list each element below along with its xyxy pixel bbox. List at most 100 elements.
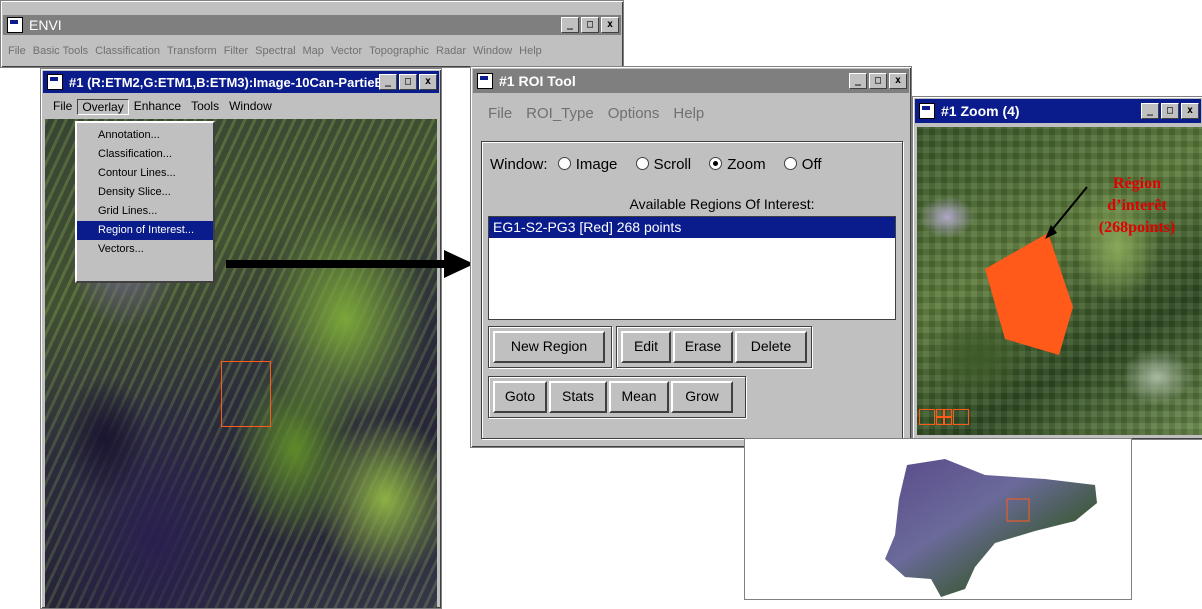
image-menu-tools[interactable]: Tools <box>186 99 224 115</box>
overlay-item-contour-lines[interactable]: Contour Lines... <box>77 164 213 183</box>
minimize-button[interactable]: _ <box>561 17 579 33</box>
analysis-button-group: Goto Stats Mean Grow <box>488 376 746 418</box>
image-window-icon <box>47 74 63 90</box>
maximize-button[interactable]: □ <box>581 17 599 33</box>
envi-titlebar[interactable]: ENVI _ □ x <box>3 15 621 35</box>
envi-title: ENVI <box>29 17 62 33</box>
roi-main-panel: Window: Image Scroll Zoom Off Available … <box>481 141 903 439</box>
maximize-button[interactable]: □ <box>1161 103 1179 119</box>
window-radio-row: Window: Image Scroll Zoom Off <box>490 156 822 173</box>
region-button-group: New Region <box>488 326 612 368</box>
zoom-in-icon[interactable] <box>936 409 952 425</box>
zoom-window-icon <box>919 103 935 119</box>
radio-off[interactable]: Off <box>783 156 822 173</box>
roi-tool-window: #1 ROI Tool _ □ x File ROI_Type Options … <box>470 66 912 448</box>
overlay-item-vectors[interactable]: Vectors... <box>77 240 213 259</box>
roi-menu-options[interactable]: Options <box>608 105 660 122</box>
envi-menu-window[interactable]: Window <box>473 45 512 57</box>
zoom-window: #1 Zoom (4) _ □ x Région d’interêt (268p… <box>912 96 1202 440</box>
regions-label: Available Regions Of Interest: <box>629 196 815 212</box>
new-region-button[interactable]: New Region <box>493 331 605 363</box>
edit-button-group: Edit Erase Delete <box>616 326 812 368</box>
radio-scroll[interactable]: Scroll <box>635 156 692 173</box>
zoom-box-indicator[interactable] <box>221 361 271 427</box>
envi-menu-spectral[interactable]: Spectral <box>255 45 295 57</box>
mean-button[interactable]: Mean <box>609 381 669 413</box>
zoom-image[interactable]: Région d’interêt (268points) <box>917 127 1202 435</box>
envi-menu-radar[interactable]: Radar <box>436 45 466 57</box>
stats-button[interactable]: Stats <box>549 381 607 413</box>
radio-zoom[interactable]: Zoom <box>709 156 766 173</box>
arrow-right-icon <box>226 250 474 278</box>
overlay-item-annotation[interactable]: Annotation... <box>77 126 213 145</box>
close-button[interactable]: x <box>601 17 619 33</box>
roi-titlebar[interactable]: #1 ROI Tool _ □ x <box>473 69 909 93</box>
roi-menu-help[interactable]: Help <box>673 105 704 122</box>
image-title: #1 (R:ETM2,G:ETM1,B:ETM3):Image-10Can-Pa… <box>69 74 379 90</box>
roi-menu-roi-type[interactable]: ROI_Type <box>526 105 594 122</box>
radio-scroll-label: Scroll <box>653 156 692 173</box>
radio-off-label: Off <box>801 156 822 173</box>
roi-title: #1 ROI Tool <box>499 73 576 89</box>
grow-button[interactable]: Grow <box>671 381 733 413</box>
envi-menu-basic-tools[interactable]: Basic Tools <box>33 45 88 57</box>
overlay-item-grid-lines[interactable]: Grid Lines... <box>77 202 213 221</box>
scroll-window <box>744 438 1132 600</box>
roi-menu-file[interactable]: File <box>488 105 512 122</box>
image-menu-enhance[interactable]: Enhance <box>129 99 186 115</box>
close-button[interactable]: x <box>889 73 907 89</box>
maximize-button[interactable]: □ <box>399 74 417 90</box>
minimize-button[interactable]: _ <box>1141 103 1159 119</box>
roi-window-icon <box>477 73 493 89</box>
goto-button[interactable]: Goto <box>493 381 547 413</box>
radio-scroll-button[interactable] <box>635 157 649 170</box>
regions-list[interactable]: EG1-S2-PG3 [Red] 268 points <box>488 216 896 320</box>
annotation-line-1: Région <box>1113 175 1161 192</box>
envi-menu-transform[interactable]: Transform <box>167 45 217 57</box>
annotation-line-3: (268points) <box>1098 219 1176 236</box>
minimize-button[interactable]: _ <box>379 74 397 90</box>
envi-menu-classification[interactable]: Classification <box>95 45 160 57</box>
roi-annotation: Région d’interêt (268points) <box>1067 173 1202 239</box>
delete-button[interactable]: Delete <box>735 331 807 363</box>
region-list-item[interactable]: EG1-S2-PG3 [Red] 268 points <box>489 217 895 238</box>
zoom-titlebar[interactable]: #1 Zoom (4) _ □ x <box>915 99 1201 123</box>
zoom-controls <box>919 409 969 425</box>
close-button[interactable]: x <box>1181 103 1199 119</box>
envi-menu-file[interactable]: File <box>8 45 26 57</box>
envi-app-icon <box>7 17 23 33</box>
zoom-crosshair-icon[interactable] <box>953 409 969 425</box>
image-menu-file[interactable]: File <box>48 99 77 115</box>
envi-menu-vector[interactable]: Vector <box>331 45 362 57</box>
overlay-dropdown-menu: Annotation... Classification... Contour … <box>75 121 215 283</box>
erase-button[interactable]: Erase <box>673 331 733 363</box>
minimize-button[interactable]: _ <box>849 73 867 89</box>
radio-off-button[interactable] <box>783 157 797 170</box>
image-window: #1 (R:ETM2,G:ETM1,B:ETM3):Image-10Can-Pa… <box>40 68 442 609</box>
window-label: Window: <box>490 156 548 173</box>
image-titlebar[interactable]: #1 (R:ETM2,G:ETM1,B:ETM3):Image-10Can-Pa… <box>43 71 439 93</box>
envi-menubar: File Basic Tools Classification Transfor… <box>4 45 620 57</box>
overlay-item-classification[interactable]: Classification... <box>77 145 213 164</box>
envi-main-window: ENVI _ □ x File Basic Tools Classificati… <box>0 0 624 68</box>
envi-menu-map[interactable]: Map <box>303 45 324 57</box>
envi-menu-help[interactable]: Help <box>519 45 542 57</box>
radio-zoom-button[interactable] <box>709 157 723 170</box>
radio-image-button[interactable] <box>557 157 571 170</box>
overlay-item-density-slice[interactable]: Density Slice... <box>77 183 213 202</box>
image-menu-window[interactable]: Window <box>224 99 277 115</box>
maximize-button[interactable]: □ <box>869 73 887 89</box>
close-button[interactable]: x <box>419 74 437 90</box>
edit-button[interactable]: Edit <box>621 331 671 363</box>
envi-menu-topographic[interactable]: Topographic <box>369 45 429 57</box>
scroll-overview-image[interactable] <box>745 439 1131 599</box>
radio-image-label: Image <box>575 156 618 173</box>
envi-menu-filter[interactable]: Filter <box>224 45 248 57</box>
radio-image[interactable]: Image <box>557 156 618 173</box>
zoom-out-icon[interactable] <box>919 409 935 425</box>
roi-menubar: File ROI_Type Options Help <box>474 105 908 122</box>
overlay-item-region-of-interest[interactable]: Region of Interest... <box>77 221 213 240</box>
image-menu-overlay[interactable]: Overlay <box>77 99 129 115</box>
annotation-line-2: d’interêt <box>1107 197 1167 214</box>
image-menubar: File Overlay Enhance Tools Window <box>44 99 438 115</box>
